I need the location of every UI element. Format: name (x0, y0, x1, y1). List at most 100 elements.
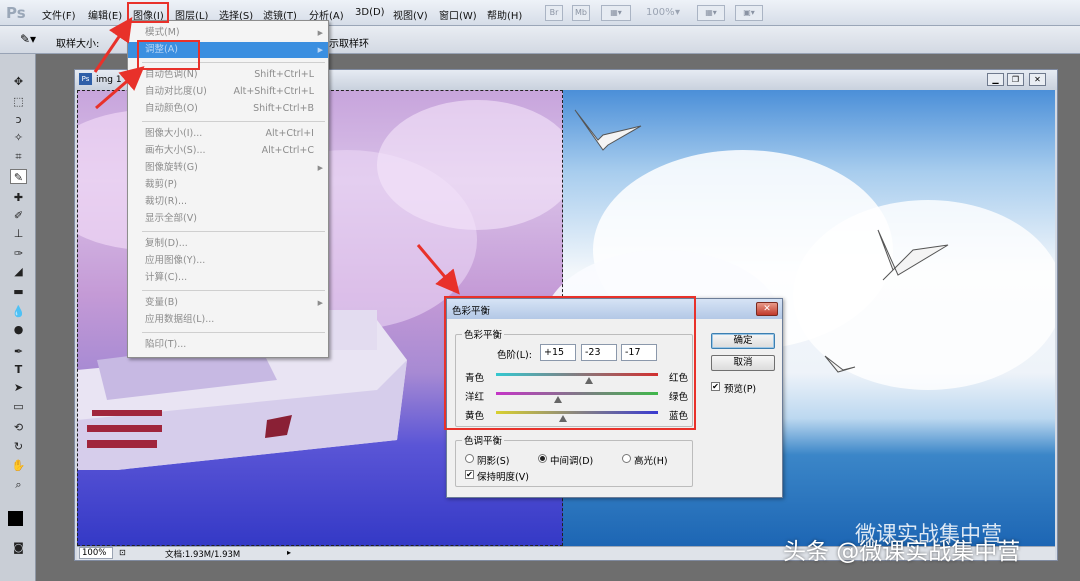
eraser-tool-icon[interactable]: ◢ (10, 264, 27, 279)
image-menu-item[interactable]: 显示全部(V) (128, 211, 328, 227)
highlights-label[interactable]: 高光(H) (634, 453, 668, 467)
zoom-level[interactable]: 100% (646, 7, 675, 18)
crop-tool-icon[interactable]: ⌗ (10, 149, 27, 164)
ok-button[interactable]: 确定 (711, 333, 775, 349)
sample-size-label: 取样大小: (56, 39, 100, 50)
image-menu-item[interactable]: 自动颜色(O) Shift+Ctrl+B (128, 101, 328, 117)
midtones-radio[interactable] (538, 454, 547, 463)
zoom-dropdown-icon[interactable]: ▾ (675, 7, 680, 18)
menu-item-label: 模式(M) (145, 27, 180, 38)
close-window-button[interactable]: ✕ (1029, 73, 1046, 86)
image-menu-item[interactable]: 自动色调(N) Shift+Ctrl+L (128, 67, 328, 83)
yellow-blue-slider-thumb[interactable] (559, 415, 568, 422)
lasso-tool-icon[interactable]: ↄ (10, 112, 27, 127)
zoom-tool-icon[interactable]: ⌕ (10, 477, 27, 492)
menu-item-label: 裁切(R)... (145, 196, 188, 207)
magenta-green-slider-thumb[interactable] (554, 396, 563, 403)
image-menu-item[interactable]: 裁切(R)... (128, 194, 328, 210)
menu-help[interactable]: 帮助(H) (487, 7, 522, 22)
screen-mode-button[interactable]: ▣▾ (735, 5, 763, 21)
view-extras-button[interactable]: ▦▾ (601, 5, 631, 21)
yellow-blue-level-input[interactable]: -17 (621, 344, 657, 361)
brush-tool-icon[interactable]: ✐ (10, 208, 27, 223)
menu-item-label: 自动色调(N) (145, 69, 198, 80)
yellow-blue-slider-track[interactable] (496, 411, 658, 414)
move-tool-icon[interactable]: ✥ (10, 74, 27, 89)
image-menu-item[interactable]: 模式(M) ▶ (128, 25, 328, 41)
history-brush-icon[interactable]: ✑ (10, 246, 27, 261)
menu-item-label: 裁剪(P) (145, 179, 178, 190)
magenta-green-level-input[interactable]: -23 (581, 344, 617, 361)
bridge-button[interactable]: Br (545, 5, 563, 21)
pen-tool-icon[interactable]: ✒ (10, 344, 27, 359)
preview-checkbox[interactable]: ✔ (711, 382, 720, 391)
menu-edit[interactable]: 编辑(E) (88, 7, 122, 22)
image-menu-item[interactable]: 图像大小(I)... Alt+Ctrl+I (128, 126, 328, 142)
image-menu-item[interactable]: 陷印(T)... (128, 337, 328, 353)
cyan-red-level-input[interactable]: +15 (540, 344, 576, 361)
menu-item-label: 图像旋转(G) (145, 162, 198, 173)
status-info-icon[interactable]: ⊡ (119, 548, 126, 557)
image-menu-item[interactable]: 复制(D)... (128, 236, 328, 252)
submenu-arrow-icon: ▶ (317, 164, 323, 172)
dialog-close-button[interactable]: ✕ (756, 302, 778, 316)
cyan-red-slider-thumb[interactable] (585, 377, 594, 384)
path-select-icon[interactable]: ➤ (10, 380, 27, 395)
highlights-radio[interactable] (622, 454, 631, 463)
menu-view[interactable]: 视图(V) (393, 7, 428, 22)
image-menu-item[interactable]: 画布大小(S)... Alt+Ctrl+C (128, 143, 328, 159)
image-menu-item[interactable]: 裁剪(P) (128, 177, 328, 193)
menu-3d[interactable]: 3D(D) (355, 7, 385, 18)
photoshop-logo: Ps (6, 4, 26, 22)
image-menu-item[interactable]: 应用数据组(L)... (128, 312, 328, 328)
gradient-tool-icon[interactable]: ▬ (10, 284, 27, 299)
dialog-titlebar[interactable]: 色彩平衡 ✕ (447, 299, 782, 319)
status-zoom-field[interactable]: 100% (79, 547, 113, 559)
eyedropper-tool-icon[interactable]: ✎ (10, 169, 27, 184)
blur-tool-icon[interactable]: 💧 (10, 304, 27, 319)
shape-tool-icon[interactable]: ▭ (10, 399, 27, 414)
shadows-radio[interactable] (465, 454, 474, 463)
menu-file[interactable]: 文件(F) (42, 7, 76, 22)
mini-bridge-button[interactable]: Mb (572, 5, 590, 21)
magenta-green-slider-track[interactable] (496, 392, 658, 395)
magenta-label: 洋红 (465, 392, 485, 403)
marquee-tool-icon[interactable]: ⬚ (10, 94, 27, 109)
restore-button[interactable]: ❐ (1007, 73, 1024, 86)
cyan-red-slider-track[interactable] (496, 373, 658, 376)
blue-label: 蓝色 (669, 411, 689, 422)
show-sampling-ring-label[interactable]: 示取样环 (329, 35, 369, 50)
midtones-label[interactable]: 中间调(D) (550, 453, 593, 467)
arrange-documents-button[interactable]: ▦▾ (697, 5, 725, 21)
image-menu-item[interactable]: 变量(B) ▶ (128, 295, 328, 311)
3d-orbit-icon[interactable]: ↻ (10, 439, 27, 454)
minimize-button[interactable]: ▁ (987, 73, 1004, 86)
menu-item-shortcut: Shift+Ctrl+L (254, 69, 314, 80)
shadows-label[interactable]: 阴影(S) (477, 453, 509, 467)
healing-tool-icon[interactable]: ✚ (10, 190, 27, 205)
stamp-tool-icon[interactable]: ⊥ (10, 226, 27, 241)
image-menu-item[interactable]: 计算(C)... (128, 270, 328, 286)
image-menu-item[interactable]: 应用图像(Y)... (128, 253, 328, 269)
3d-rotate-icon[interactable]: ⟲ (10, 420, 27, 435)
eyedropper-icon[interactable]: ✎▾ (20, 32, 36, 46)
type-tool-icon[interactable]: T (10, 362, 27, 377)
dodge-tool-icon[interactable]: ● (10, 322, 27, 337)
menu-item-label: 变量(B) (145, 297, 178, 308)
image-menu-item[interactable]: 自动对比度(U) Alt+Shift+Ctrl+L (128, 84, 328, 100)
foreground-color-swatch[interactable] (8, 511, 23, 526)
quick-select-tool-icon[interactable]: ✧ (10, 130, 27, 145)
menu-item-label: 陷印(T)... (145, 339, 187, 350)
submenu-arrow-icon: ▶ (317, 29, 323, 37)
image-menu-item[interactable]: 图像旋转(G) ▶ (128, 160, 328, 176)
quick-mask-icon[interactable]: ◙ (10, 540, 27, 555)
cancel-button[interactable]: 取消 (711, 355, 775, 371)
preserve-luminosity-checkbox[interactable]: ✔ (465, 470, 474, 479)
menu-window[interactable]: 窗口(W) (439, 7, 477, 22)
preserve-luminosity-label[interactable]: 保持明度(V) (477, 469, 529, 483)
image-menu-item[interactable]: 调整(A) ▶ (128, 42, 328, 58)
tone-balance-group-label: 色调平衡 (464, 436, 503, 447)
hand-tool-icon[interactable]: ✋ (10, 458, 27, 473)
preview-label[interactable]: 预览(P) (724, 381, 756, 395)
status-menu-arrow-icon[interactable]: ▸ (287, 548, 291, 557)
